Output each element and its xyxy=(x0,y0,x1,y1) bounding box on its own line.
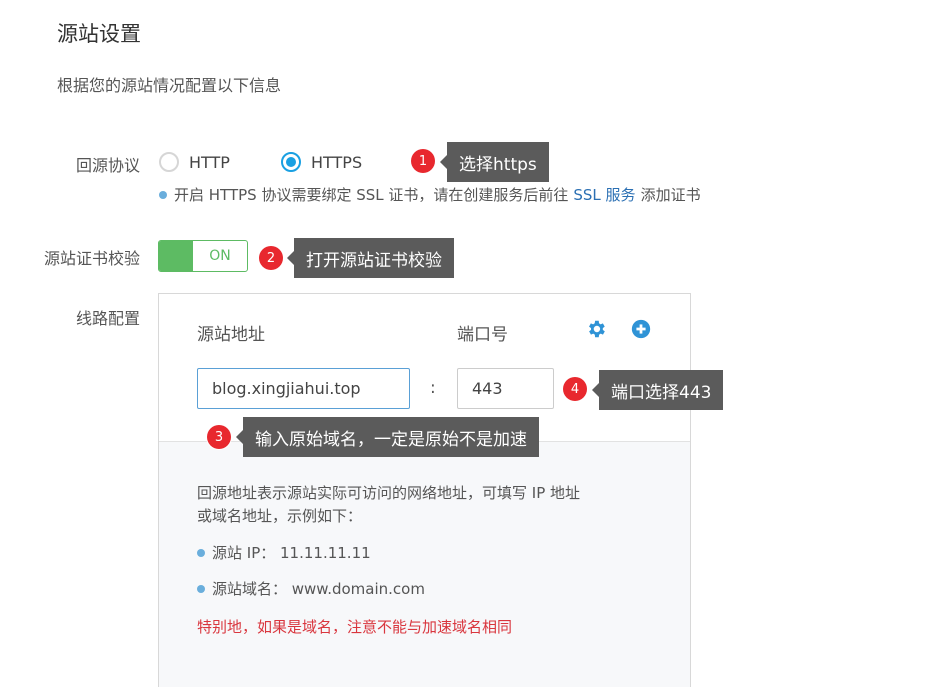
ssl-service-link[interactable]: SSL 服务 xyxy=(573,184,635,205)
annotation-tip-3: 输入原始域名，一定是原始不是加速 xyxy=(236,417,539,457)
annotation-tip-2: 打开源站证书校验 xyxy=(287,238,454,278)
annotation-badge-4: 4 xyxy=(563,377,587,401)
route-info-panel xyxy=(159,441,690,687)
example-domain-text: 源站域名： www.domain.com xyxy=(212,580,425,598)
port-header: 端口号 xyxy=(457,325,508,345)
annotation-badge-2: 2 xyxy=(259,246,283,270)
bullet-icon xyxy=(197,584,205,593)
example-ip: 源站 IP： 11.11.11.11 xyxy=(197,542,371,563)
example-ip-text: 源站 IP： 11.11.11.11 xyxy=(212,544,371,562)
radio-https[interactable]: HTTPS xyxy=(281,152,362,172)
plus-circle-icon[interactable] xyxy=(630,318,652,340)
radio-https-label: HTTPS xyxy=(311,152,363,172)
address-port-separator: : xyxy=(430,378,436,398)
radio-http[interactable]: HTTP xyxy=(159,152,230,172)
radio-ring-icon xyxy=(159,152,179,172)
radio-ring-selected-icon xyxy=(281,152,301,172)
bullet-icon xyxy=(159,190,167,199)
example-domain: 源站域名： www.domain.com xyxy=(197,578,425,599)
annotation-tip-1: 选择https xyxy=(440,142,549,182)
bullet-icon xyxy=(197,548,205,557)
address-header: 源站地址 xyxy=(197,325,265,345)
route-label: 线路配置 xyxy=(75,309,140,328)
annotation-badge-1: 1 xyxy=(411,149,435,173)
warning-text: 特别地，如果是域名，注意不能与加速域名相同 xyxy=(197,618,513,636)
page-title: 源站设置 xyxy=(57,22,141,46)
protocol-label: 回源协议 xyxy=(75,156,140,175)
toggle-knob xyxy=(159,241,193,271)
port-input[interactable]: 443 xyxy=(457,368,554,409)
ssl-hint-suffix: 添加证书 xyxy=(640,186,701,204)
cert-check-toggle[interactable]: ON xyxy=(158,240,248,272)
annotation-badge-3: 3 xyxy=(207,425,231,449)
ssl-hint-text: 开启 HTTPS 协议需要绑定 SSL 证书，请在创建服务后前往 xyxy=(174,186,569,204)
info-line-2: 或域名地址，示例如下： xyxy=(197,507,363,525)
cert-check-label: 源站证书校验 xyxy=(43,249,140,268)
annotation-tip-4: 端口选择443 xyxy=(591,370,724,410)
toggle-text: ON xyxy=(209,248,231,264)
origin-address-input[interactable]: blog.xingjiahui.top xyxy=(197,368,410,409)
page-description: 根据您的源站情况配置以下信息 xyxy=(57,76,282,95)
radio-http-label: HTTP xyxy=(189,152,230,172)
gear-icon[interactable] xyxy=(585,318,607,340)
ssl-hint: 开启 HTTPS 协议需要绑定 SSL 证书，请在创建服务后前往 SSL 服务 … xyxy=(159,184,701,205)
